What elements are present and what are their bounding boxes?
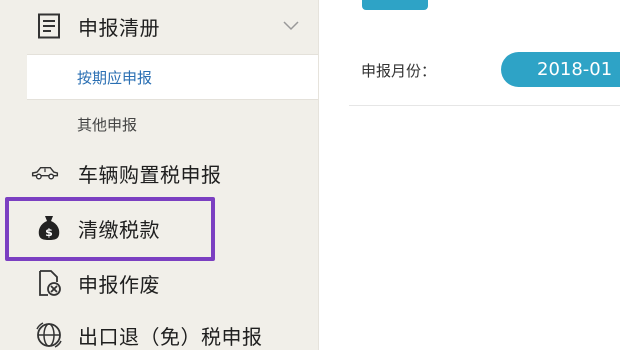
submenu-item-label: 按期应申报 [77, 68, 153, 87]
submenu-item-other-declaration[interactable]: 其他申报 [27, 102, 318, 146]
car-icon [30, 158, 60, 188]
sidebar: 申报清册 按期应申报 其他申报 车辆购置税申报 $ 清缴税款 申报作废 出口退（… [0, 0, 319, 350]
sidebar-item-declaration-list[interactable]: 申报清册 [0, 5, 318, 47]
sidebar-item-label: 车辆购置税申报 [78, 162, 222, 187]
submenu-item-label: 其他申报 [77, 115, 138, 134]
sidebar-item-export-refund[interactable]: 出口退（免）税申报 [0, 314, 318, 350]
void-document-icon [34, 268, 64, 298]
sidebar-item-void-declaration[interactable]: 申报作废 [0, 262, 318, 304]
sidebar-item-label: 申报作废 [78, 272, 160, 297]
sidebar-item-vehicle-tax[interactable]: 车辆购置税申报 [0, 152, 318, 194]
document-list-icon [34, 11, 64, 41]
top-action-button[interactable] [362, 0, 428, 10]
chevron-down-icon[interactable] [282, 17, 300, 35]
app-window: 申报清册 按期应申报 其他申报 车辆购置税申报 $ 清缴税款 申报作废 出口退（… [0, 0, 620, 350]
sidebar-item-label: 出口退（免）税申报 [78, 324, 263, 349]
highlight-box [5, 197, 215, 261]
divider [349, 105, 620, 106]
main-content: 申报月份： 2018-01 [319, 0, 620, 350]
period-label: 申报月份： [361, 62, 437, 80]
submenu-item-periodic-declaration[interactable]: 按期应申报 [27, 54, 318, 100]
period-select[interactable]: 2018-01 [501, 52, 620, 87]
globe-icon [34, 320, 64, 350]
sidebar-item-label: 申报清册 [78, 15, 160, 40]
